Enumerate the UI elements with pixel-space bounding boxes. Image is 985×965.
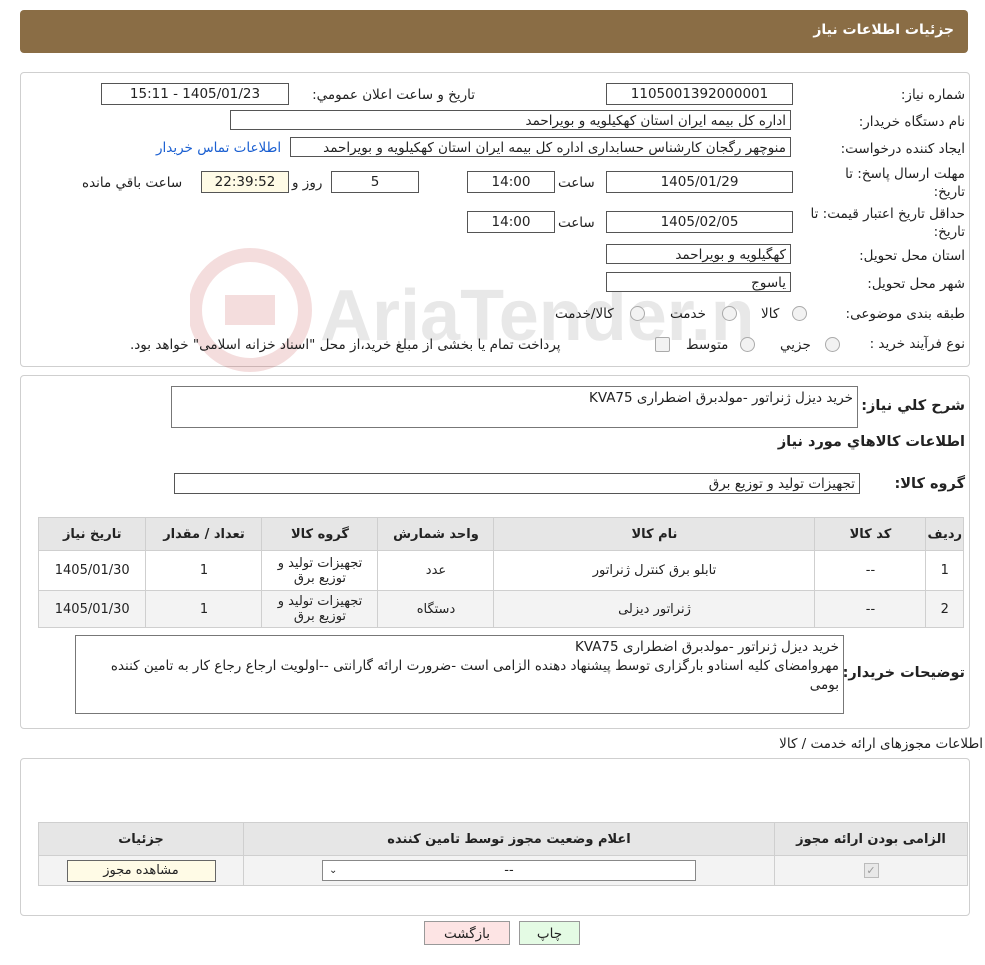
col-qty: تعداد / مقدار	[145, 517, 263, 551]
days-field: 5	[331, 171, 419, 193]
col-permit-details: جزئیات	[38, 822, 244, 856]
view-permit-button[interactable]: مشاهده مجوز	[66, 859, 216, 882]
process-label: نوع فرآيند خريد :	[869, 336, 965, 352]
creator-label: ايجاد کننده درخواست:	[840, 141, 965, 157]
category-label: طبقه بندی موضوعی:	[845, 306, 965, 322]
items-table: رديف کد کالا نام کالا واحد شمارش گروه کا…	[37, 517, 964, 628]
buyer-org-field: اداره کل بیمه ایران استان کهکیلویه و بوی…	[230, 110, 791, 130]
goods-info-title: اطلاعات کالاهاي مورد نياز	[777, 434, 965, 450]
cell-date: 1405/01/30	[37, 550, 147, 591]
category-option-goods: کالا	[761, 306, 780, 322]
print-button[interactable]: چاپ	[519, 921, 580, 945]
category-radio-both[interactable]	[630, 306, 645, 321]
city-label: شهر محل تحويل:	[867, 276, 965, 292]
permit-required-cell: ✓	[774, 855, 968, 886]
cell-date: 1405/01/30	[37, 590, 147, 628]
validity-label-date: تاريخ:	[933, 224, 965, 240]
permits-table-header: الزامی بودن ارائه مجوز اعلام وضعیت مجوز …	[38, 822, 968, 856]
table-row: ✓ -- ⌄ مشاهده مجوز	[38, 855, 968, 886]
cell-name: تابلو برق کنترل ژنراتور	[493, 550, 816, 591]
cell-name: ژنراتور دیزلی	[493, 590, 816, 628]
permit-status-select[interactable]: -- ⌄	[322, 860, 696, 881]
goods-group-label: گروه کالا:	[894, 476, 965, 492]
city-field: یاسوج	[606, 272, 791, 292]
process-radio-medium[interactable]	[740, 337, 755, 352]
permits-table: الزامی بودن ارائه مجوز اعلام وضعیت مجوز …	[38, 822, 968, 886]
summary-textarea: خرید دیزل ژنراتور -مولدبرق اضطراری KVA75	[171, 386, 858, 428]
remaining-time-field: 22:39:52	[201, 171, 289, 193]
need-number-field: 1105001392000001	[606, 83, 793, 105]
cell-row: 2	[925, 590, 964, 628]
buyer-contact-link[interactable]: اطلاعات تماس خریدار	[156, 140, 281, 156]
province-label: استان محل تحويل:	[859, 248, 965, 264]
permits-title: اطلاعات مجوزهای ارائه خدمت / کالا	[779, 736, 983, 752]
chevron-down-icon: ⌄	[329, 865, 338, 876]
category-radio-service[interactable]	[722, 306, 737, 321]
process-option-medium: متوسط	[686, 337, 729, 353]
table-row: 2 -- ژنراتور دیزلی دستگاه تجهیزات تولید …	[37, 590, 964, 628]
category-option-both: کالا/خدمت	[555, 306, 614, 322]
col-unit: واحد شمارش	[377, 517, 495, 551]
buyer-notes-label: توضيحات خريدار:	[842, 665, 965, 681]
cell-code: --	[814, 590, 927, 628]
col-permit-required: الزامی بودن ارائه مجوز	[774, 822, 968, 856]
col-group: گروه کالا	[261, 517, 379, 551]
deadline-date-field: 1405/01/29	[606, 171, 793, 193]
deadline-label-date: تاریخ:	[933, 184, 965, 200]
permit-status-cell: -- ⌄	[243, 855, 775, 886]
category-radio-goods[interactable]	[792, 306, 807, 321]
col-code: کد کالا	[814, 517, 927, 551]
table-row: 1 -- تابلو برق کنترل ژنراتور عدد تجهیزات…	[37, 550, 964, 591]
announce-field: 1405/01/23 - 15:11	[101, 83, 289, 105]
col-name: نام کالا	[493, 517, 816, 551]
summary-label: شرح کلي نياز:	[861, 398, 965, 414]
process-option-minor: جزيي	[780, 337, 811, 353]
items-table-header: رديف کد کالا نام کالا واحد شمارش گروه کا…	[37, 517, 964, 551]
validity-label: حداقل تاريخ اعتبار قيمت: تا	[810, 206, 965, 222]
buyer-notes-line1: خرید دیزل ژنراتور -مولدبرق اضطراری KVA75	[574, 639, 839, 655]
province-field: کهگیلویه و بویراحمد	[606, 244, 791, 264]
announce-label: تاریخ و ساعت اعلان عمومي:	[312, 87, 475, 103]
cell-row: 1	[925, 550, 964, 591]
need-number-label: شماره نیاز:	[900, 87, 965, 103]
goods-group-field: تجهیزات تولید و توزیع برق	[174, 473, 860, 494]
buyer-notes-textarea: خرید دیزل ژنراتور -مولدبرق اضطراری KVA75…	[75, 635, 844, 714]
cell-unit: عدد	[377, 550, 495, 591]
buyer-notes-line2: مهروامضای کلیه اسنادو بارگزاری توسط پیشن…	[110, 658, 839, 693]
deadline-time-field: 14:00	[467, 171, 555, 193]
deadline-label: مهلت ارسال پاسخ: تا	[845, 166, 965, 182]
permit-required-checkbox[interactable]: ✓	[863, 863, 879, 878]
cell-qty: 1	[145, 590, 263, 628]
permit-status-value: --	[504, 863, 514, 878]
creator-field: منوچهر رگجان کارشناس حسابداری اداره کل ب…	[290, 137, 791, 157]
page-header: جزئیات اطلاعات نیاز	[20, 10, 968, 53]
cell-group: تجهیزات تولید و توزیع برق	[261, 590, 379, 628]
validity-time-label: ساعت	[558, 215, 595, 231]
remaining-label: ساعت باقي مانده	[82, 175, 183, 191]
col-date: تاريخ نياز	[37, 517, 147, 551]
validity-date-field: 1405/02/05	[606, 211, 793, 233]
deadline-time-label: ساعت	[558, 175, 595, 191]
cell-unit: دستگاه	[377, 590, 495, 628]
cell-qty: 1	[145, 550, 263, 591]
back-button[interactable]: بازگشت	[424, 921, 510, 945]
validity-time-field: 14:00	[467, 211, 555, 233]
process-checkbox-treasury[interactable]	[655, 337, 670, 352]
col-permit-status: اعلام وضعیت مجوز توسط تامین کننده	[243, 822, 775, 856]
cell-group: تجهیزات تولید و توزیع برق	[261, 550, 379, 591]
days-label: روز و	[292, 175, 323, 191]
col-row: رديف	[925, 517, 964, 551]
buyer-org-label: نام دستگاه خريدار:	[858, 114, 965, 130]
page-title: جزئیات اطلاعات نیاز	[813, 22, 954, 38]
permit-details-cell: مشاهده مجوز	[38, 855, 244, 886]
category-option-service: خدمت	[670, 306, 706, 322]
process-note: پرداخت تمام یا بخشی از مبلغ خرید،از محل …	[130, 337, 561, 353]
process-radio-minor[interactable]	[825, 337, 840, 352]
cell-code: --	[814, 550, 927, 591]
